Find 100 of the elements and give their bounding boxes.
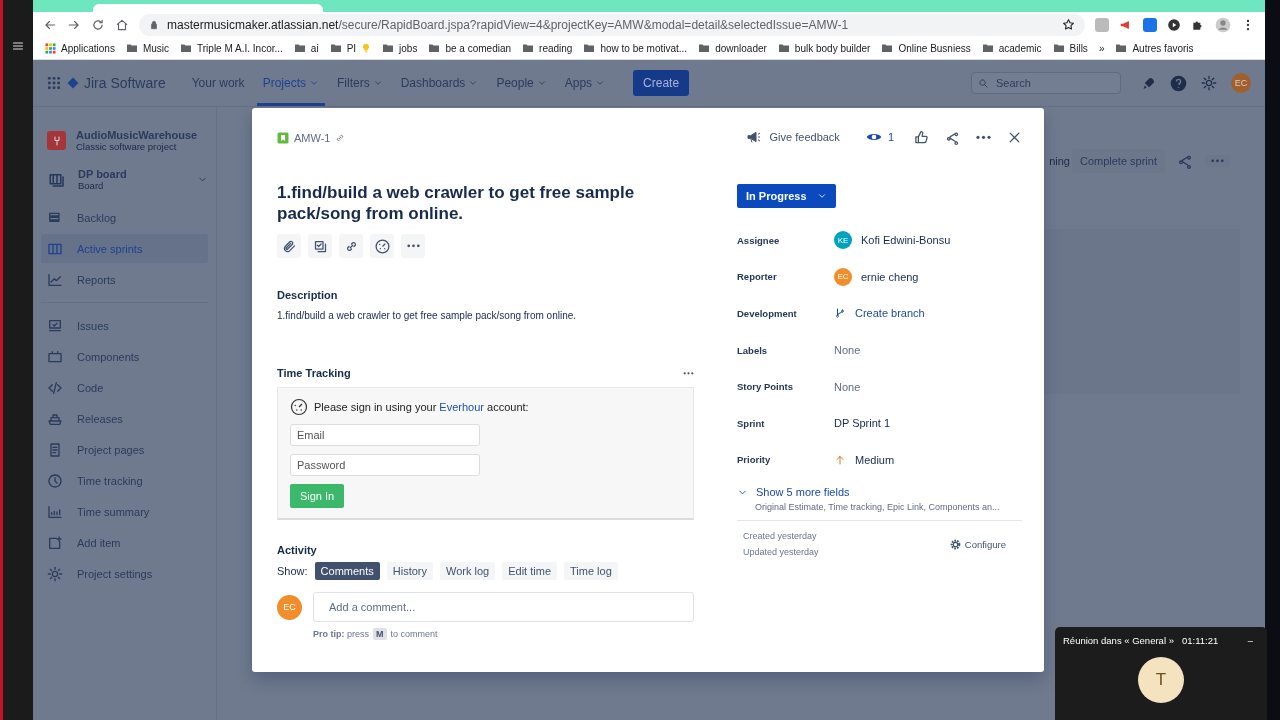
lock-icon xyxy=(149,19,159,30)
subtask-button[interactable] xyxy=(308,234,332,258)
link-icon xyxy=(335,133,346,143)
home-icon xyxy=(115,17,129,32)
bookmark[interactable]: Bills xyxy=(1052,42,1088,54)
app-switcher-icon xyxy=(47,76,61,90)
bookmark[interactable]: be a comedian xyxy=(428,42,512,54)
minimize-button[interactable]: – xyxy=(1241,634,1259,647)
user-avatar: EC xyxy=(277,594,302,620)
folder-icon xyxy=(583,42,596,54)
everhour-link[interactable]: Everhour xyxy=(439,401,484,413)
arrow-up-icon xyxy=(834,453,846,466)
issue-key-link[interactable]: AMW-1 xyxy=(294,132,331,144)
status-dropdown[interactable]: In Progress xyxy=(737,184,836,208)
folder-icon xyxy=(1115,42,1128,54)
call-timer: 01:11:21 xyxy=(1181,635,1219,646)
more-icon xyxy=(1211,159,1224,163)
checkbox-stack-icon xyxy=(312,238,328,254)
give-feedback-button[interactable]: Give feedback xyxy=(739,128,846,146)
keyboard-key: M xyxy=(373,628,387,640)
timer-button[interactable] xyxy=(370,234,394,258)
field-value: DP Sprint 1 xyxy=(834,417,891,430)
show-more-fields-button[interactable]: Show 5 more fields xyxy=(737,486,1022,499)
board-heading-fragment: ning xyxy=(1049,155,1070,167)
description-text[interactable]: 1.find/build a web crawler to get free sample pack/song from online. xyxy=(277,310,694,321)
activity-filter[interactable]: Time log xyxy=(564,562,618,580)
settings-icon xyxy=(1201,75,1217,91)
dotted-dial-icon xyxy=(373,237,391,255)
activity-filter[interactable]: Edit time xyxy=(502,562,557,580)
play-circle-icon xyxy=(1167,17,1181,32)
bookmark[interactable]: Online Busniess xyxy=(881,42,971,54)
field-label: Assignee xyxy=(737,234,781,246)
watch-button[interactable]: 1 xyxy=(865,129,894,145)
activity-filter[interactable]: Work log xyxy=(440,562,496,580)
address-bar[interactable]: mastermusicmaker.atlassian.net/secure/RapidBoard.jspa?rapidView=4&projectKey=AMW&modal=detail&selectedIssue=AMW-1 xyxy=(139,13,1085,36)
field-value: Kofi Edwini-Bonsu xyxy=(861,234,951,247)
pro-tip-text: Pro tip: press xyxy=(313,629,370,639)
field-value: None xyxy=(834,344,861,357)
field-value: Medium xyxy=(855,453,895,466)
chevron-down-icon xyxy=(595,78,606,88)
configure-button[interactable]: Configure xyxy=(942,531,1012,558)
field-label: Development xyxy=(737,308,798,319)
star-icon xyxy=(1062,18,1075,31)
field-label: Story Points xyxy=(737,381,794,393)
create-branch-link[interactable]: Create branch xyxy=(855,307,925,320)
bar-chart-icon xyxy=(47,503,63,520)
folder-icon xyxy=(428,42,441,54)
issue-title[interactable]: 1.find/build a web crawler to get free sample pack/song from online. xyxy=(277,182,694,224)
bookmark[interactable]: PI xyxy=(329,42,372,54)
board-type: Board xyxy=(78,180,105,191)
more-icon xyxy=(976,134,991,140)
more-bookmarks-button[interactable]: » xyxy=(1098,42,1105,54)
line-chart-icon xyxy=(47,271,63,288)
gear-icon xyxy=(47,565,63,582)
email-field[interactable]: Email xyxy=(290,424,480,446)
reload-button[interactable] xyxy=(91,17,105,32)
paperclip-icon xyxy=(281,238,297,254)
section-heading: Description xyxy=(277,289,339,301)
folder-icon xyxy=(981,42,994,54)
comment-field[interactable]: Add a comment... xyxy=(313,592,694,622)
extension-icon[interactable] xyxy=(1143,17,1157,32)
thumbs-up-icon xyxy=(914,129,929,145)
field-value: None xyxy=(834,380,861,393)
create-button[interactable]: Create xyxy=(633,70,690,96)
bookmark[interactable]: downloader xyxy=(698,42,767,54)
bookmark[interactable]: Triple M A.I. Incor... xyxy=(180,42,283,54)
bookmark[interactable]: Autres favoris xyxy=(1115,42,1194,54)
chevron-down-icon xyxy=(372,78,383,88)
monitor-icon xyxy=(47,317,63,334)
product-name: Jira Software xyxy=(84,75,166,91)
field-label: Labels xyxy=(737,344,769,356)
link-issue-button[interactable] xyxy=(339,234,363,258)
more-icon xyxy=(406,244,420,248)
help-icon xyxy=(1170,74,1187,92)
created-date: Created yesterday xyxy=(743,531,818,542)
folder-icon xyxy=(382,42,395,54)
folder-icon xyxy=(881,42,894,54)
calendar-icon xyxy=(47,348,63,365)
bookmark[interactable]: reading xyxy=(522,42,573,54)
bookmark[interactable]: Music xyxy=(125,42,170,54)
activity-filter[interactable]: Comments xyxy=(314,562,380,580)
more-button[interactable] xyxy=(401,234,425,258)
bookmark[interactable]: Applications xyxy=(45,42,115,54)
bookmark[interactable]: jobs xyxy=(382,42,418,54)
bookmark[interactable]: ai xyxy=(293,42,319,54)
search-icon xyxy=(978,78,989,89)
home-button[interactable] xyxy=(115,17,129,32)
bookmark[interactable]: academic xyxy=(981,42,1042,54)
field-label: Priority xyxy=(737,454,772,466)
attach-button[interactable] xyxy=(277,234,301,258)
bookmark[interactable]: how to be motivat... xyxy=(583,42,688,54)
bookmark[interactable]: bulk body builder xyxy=(777,42,871,54)
clock-icon xyxy=(47,472,63,489)
search-field[interactable]: Search xyxy=(971,72,1121,94)
password-field[interactable]: Password xyxy=(290,454,480,476)
show-label: Show: xyxy=(277,565,308,577)
bulb-icon xyxy=(361,43,372,53)
activity-filter[interactable]: History xyxy=(386,562,433,580)
document-icon xyxy=(47,441,63,458)
field-value: ernie cheng xyxy=(861,270,919,283)
